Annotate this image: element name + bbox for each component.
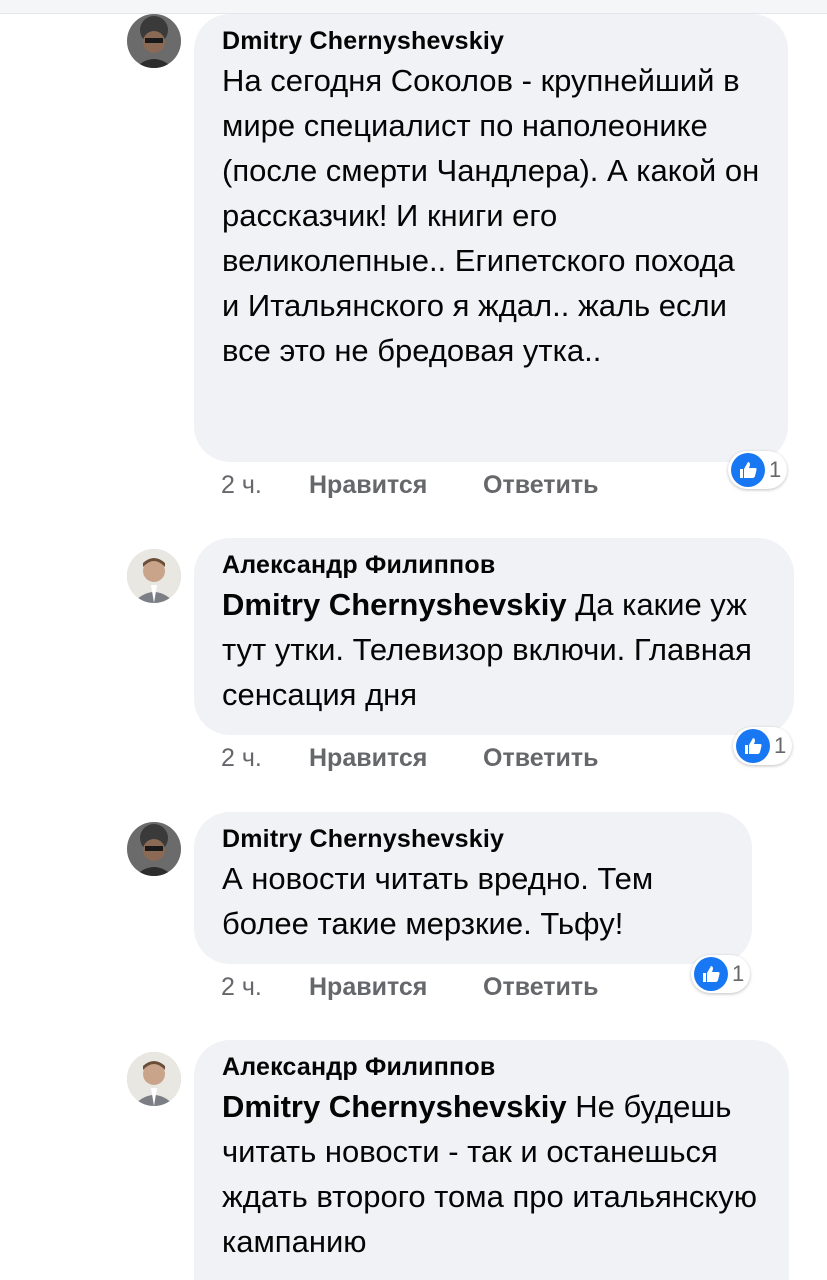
reaction-badge[interactable]: 1: [733, 727, 793, 765]
reaction-count: 1: [769, 457, 782, 482]
comment-author[interactable]: Александр Филиппов: [222, 1050, 761, 1084]
comment-actions: 2 ч. Нравится Ответить: [221, 465, 599, 505]
like-button[interactable]: Нравится: [309, 465, 483, 505]
like-button[interactable]: Нравится: [309, 738, 483, 778]
thumbs-up-icon: [731, 453, 765, 487]
comment-bubble: Александр Филиппов Dmitry Chernyshevskiy…: [194, 1040, 789, 1280]
avatar[interactable]: [127, 1052, 181, 1106]
comment-time[interactable]: 2 ч.: [221, 465, 309, 505]
comment-author[interactable]: Александр Филиппов: [222, 548, 766, 582]
comment-bubble: Dmitry Chernyshevskiy На сегодня Соколов…: [194, 14, 788, 462]
avatar[interactable]: [127, 822, 181, 876]
comment-time[interactable]: 2 ч.: [221, 738, 309, 778]
avatar[interactable]: [127, 14, 181, 68]
mention-link[interactable]: Dmitry Chernyshevskiy: [222, 587, 567, 622]
avatar[interactable]: [127, 549, 181, 603]
comment-actions: 2 ч. Нравится Ответить: [221, 738, 599, 778]
comment-actions: 2 ч. Нравится Ответить: [221, 967, 599, 1007]
like-button[interactable]: Нравится: [309, 967, 483, 1007]
reaction-badge[interactable]: 1: [691, 955, 751, 993]
mention-link[interactable]: Dmitry Chernyshevskiy: [222, 1089, 567, 1124]
top-divider: [0, 0, 827, 14]
reply-button[interactable]: Ответить: [483, 738, 599, 778]
reply-button[interactable]: Ответить: [483, 465, 599, 505]
thumbs-up-icon: [736, 729, 770, 763]
comment-author[interactable]: Dmitry Chernyshevskiy: [222, 822, 724, 856]
comment-text: А новости читать вредно. Тем более такие…: [222, 861, 654, 941]
comment-bubble: Александр Филиппов Dmitry Chernyshevskiy…: [194, 538, 794, 735]
comment-time[interactable]: 2 ч.: [221, 967, 309, 1007]
comment-text: Dmitry Chernyshevskiy Не будешь читать н…: [222, 1084, 761, 1264]
reaction-count: 1: [732, 961, 745, 986]
comment-bubble: Dmitry Chernyshevskiy А новости читать в…: [194, 812, 752, 964]
comment-text: На сегодня Соколов - крупнейший в мире с…: [222, 63, 760, 368]
reaction-badge[interactable]: 1: [728, 451, 788, 489]
thumbs-up-icon: [694, 957, 728, 991]
comment-text: Dmitry Chernyshevskiy Да какие уж тут ут…: [222, 582, 766, 717]
reply-button[interactable]: Ответить: [483, 967, 599, 1007]
reaction-count: 1: [774, 733, 787, 758]
comment-author[interactable]: Dmitry Chernyshevskiy: [222, 24, 760, 58]
